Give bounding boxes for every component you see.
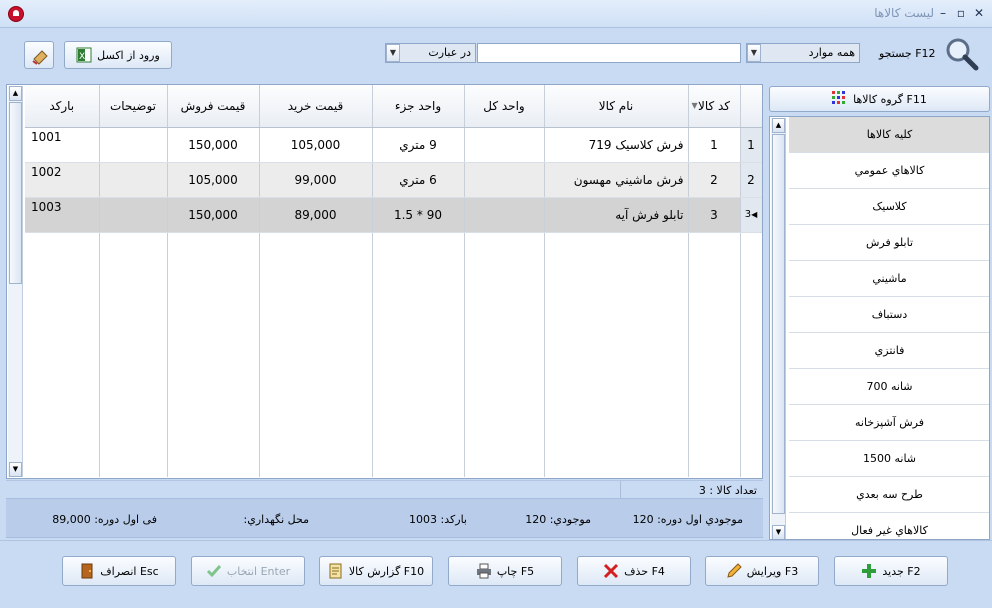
grid-scrollbar[interactable]: ▲ ▼ <box>8 86 23 477</box>
scroll-thumb[interactable] <box>9 102 22 284</box>
new-button[interactable]: جديد F2 <box>834 556 948 586</box>
report-icon <box>328 563 344 579</box>
group-item[interactable]: 1500 شانه <box>789 441 989 477</box>
opening-stock: موجودي اول دوره: 120 <box>632 513 743 526</box>
grid-icon <box>832 91 848 107</box>
item-count: تعداد كالا : 3 <box>698 484 757 497</box>
products-table: كد كالا ▼ نام كالا واحد كل واحد جزء قيمت … <box>25 85 762 477</box>
scroll-down-icon[interactable]: ▼ <box>772 525 785 539</box>
product-groups-button[interactable]: گروه كالاها F11 <box>769 86 990 112</box>
delete-button[interactable]: حذف F4 <box>577 556 691 586</box>
group-item[interactable]: كالاهاي غير فعال <box>789 513 989 539</box>
edit-button[interactable]: ويرايش F3 <box>705 556 819 586</box>
eraser-icon <box>31 47 48 65</box>
col-sell-price[interactable]: قيمت فروش <box>167 85 260 128</box>
search-match-combo[interactable]: ▼ در عبارت <box>385 43 476 63</box>
products-grid: ▲ ▼ كد كالا ▼ نام كالا واحد كل واحد جزء ق… <box>6 84 763 479</box>
app-logo-icon <box>8 6 24 22</box>
group-item[interactable]: فانتزي <box>789 333 989 369</box>
chevron-down-icon[interactable]: ▼ <box>386 44 400 62</box>
groups-scrollbar[interactable]: ▲ ▼ <box>771 118 786 539</box>
table-row[interactable]: 2 2 فرش ماشيني مهسون 6 متري 99,000 105,0… <box>25 162 762 198</box>
search-toolbar: جستجو F12 ▼ همه موارد ▼ در عبارت X ورود … <box>0 28 992 82</box>
scroll-up-icon[interactable]: ▲ <box>9 86 22 101</box>
minimize-button[interactable]: – <box>936 6 950 20</box>
col-code[interactable]: كد كالا ▼ <box>688 85 741 128</box>
group-item-all[interactable]: كليه كالاها <box>789 117 989 153</box>
select-button[interactable]: انتخاب Enter <box>191 556 305 586</box>
opening-price: فی اول دوره: 89,000 <box>52 513 157 526</box>
groups-list: ▲ ▼ كليه كالاها كالاهاي عمومي كلاسيک تاب… <box>769 116 990 540</box>
col-unit-total[interactable]: واحد كل <box>464 85 545 128</box>
search-field-combo[interactable]: ▼ همه موارد <box>746 43 860 63</box>
clear-filter-button[interactable] <box>24 41 54 69</box>
col-description[interactable]: توضيحات <box>99 85 168 128</box>
row-indicator-header <box>740 85 762 128</box>
col-barcode[interactable]: باركد <box>25 85 100 128</box>
svg-text:X: X <box>79 52 85 62</box>
sort-arrow-icon: ▼ <box>691 101 698 110</box>
close-button[interactable]: ✕ <box>972 6 986 20</box>
product-report-button[interactable]: گزارش كالا F10 <box>319 556 433 586</box>
delete-x-icon <box>603 563 619 579</box>
cancel-button[interactable]: انصراف Esc <box>62 556 176 586</box>
group-item[interactable]: تابلو فرش <box>789 225 989 261</box>
check-icon <box>206 563 222 579</box>
table-row-selected[interactable]: ◀3 3 تابلو فرش آيه 90 * 1.5 89,000 150,0… <box>25 197 762 233</box>
barcode-detail: باركد: 1003 <box>409 513 467 526</box>
current-row-icon: ◀ <box>751 210 758 219</box>
table-header: كد كالا ▼ نام كالا واحد كل واحد جزء قيمت … <box>25 85 762 128</box>
exit-door-icon <box>79 563 95 579</box>
col-name[interactable]: نام كالا <box>544 85 689 128</box>
excel-icon: X <box>76 47 92 63</box>
group-item[interactable]: كلاسيک <box>789 189 989 225</box>
actions-bar: جديد F2 ويرايش F3 حذف F4 چاپ F5 گزارش كا… <box>0 540 992 608</box>
import-excel-button[interactable]: X ورود از اکسل <box>64 41 172 69</box>
window-title: ليست كالاها <box>874 6 934 20</box>
col-buy-price[interactable]: قيمت خريد <box>259 85 373 128</box>
details-panel: موجودي اول دوره: 120 موجودي: 120 باركد: … <box>6 498 763 538</box>
title-bar: ليست كالاها – ▫ ✕ <box>0 0 992 28</box>
count-bar: تعداد كالا : 3 <box>6 480 763 498</box>
plus-icon <box>861 563 877 579</box>
scroll-down-icon[interactable]: ▼ <box>9 462 22 477</box>
storage-location: محل نگهداري: <box>243 513 309 526</box>
empty-grid-area <box>25 232 762 477</box>
group-item[interactable]: دستباف <box>789 297 989 333</box>
maximize-button[interactable]: ▫ <box>954 6 968 20</box>
col-unit-part[interactable]: واحد جزء <box>372 85 465 128</box>
stock: موجودي: 120 <box>525 513 591 526</box>
table-row[interactable]: 1 1 فرش كلاسيک 719 9 متري 105,000 150,00… <box>25 127 762 163</box>
group-item[interactable]: كالاهاي عمومي <box>789 153 989 189</box>
scroll-up-icon[interactable]: ▲ <box>772 118 785 133</box>
group-item[interactable]: فرش آشپزخانه <box>789 405 989 441</box>
group-item[interactable]: 700 شانه <box>789 369 989 405</box>
search-input[interactable] <box>477 43 741 63</box>
print-button[interactable]: چاپ F5 <box>448 556 562 586</box>
group-item[interactable]: ماشيني <box>789 261 989 297</box>
scroll-thumb[interactable] <box>772 134 785 514</box>
pencil-icon <box>726 563 742 579</box>
group-item[interactable]: طرح سه بعدي <box>789 477 989 513</box>
chevron-down-icon[interactable]: ▼ <box>747 44 761 62</box>
search-icon[interactable] <box>944 36 980 72</box>
printer-icon <box>476 563 492 579</box>
search-label: جستجو F12 <box>879 47 936 60</box>
